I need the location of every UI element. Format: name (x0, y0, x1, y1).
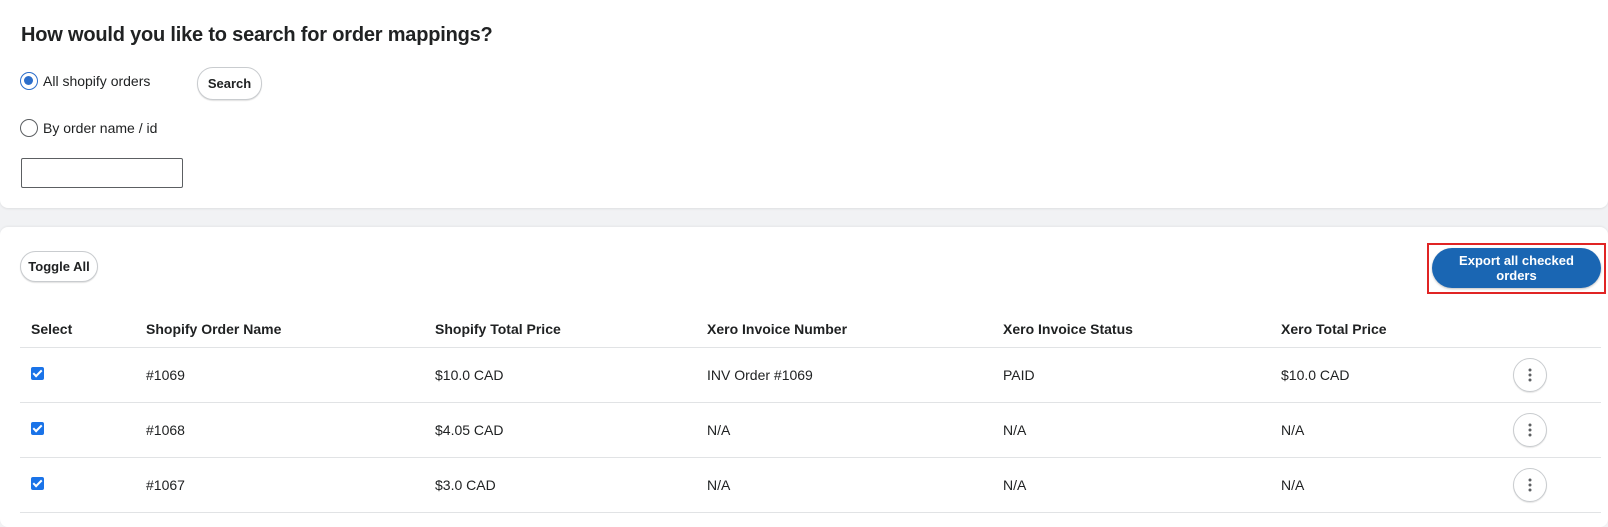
table-row: #1069 $10.0 CAD INV Order #1069 PAID $10… (20, 348, 1601, 403)
search-button[interactable]: Search (197, 67, 262, 100)
export-checked-orders-button[interactable]: Export all checked orders (1432, 248, 1601, 288)
row-actions-button[interactable] (1513, 468, 1547, 502)
row-actions-button[interactable] (1513, 413, 1547, 447)
radio-button-selected[interactable] (20, 72, 38, 90)
xero-invoice-status: PAID (1003, 367, 1035, 383)
column-header: Select (31, 321, 73, 337)
row-actions-button[interactable] (1513, 358, 1547, 392)
xero-total-price: N/A (1281, 422, 1305, 438)
column-header: Shopify Total Price (435, 321, 561, 337)
vertical-ellipsis-icon (1528, 478, 1532, 492)
xero-invoice-status: N/A (1003, 477, 1027, 493)
order-name: #1067 (146, 477, 185, 493)
page-title: How would you like to search for order m… (21, 24, 493, 46)
order-name-input[interactable] (21, 158, 183, 188)
row-checkbox[interactable] (31, 422, 44, 435)
table-row: #1068 $4.05 CAD N/A N/A N/A (20, 403, 1601, 458)
shopify-total-price: $3.0 CAD (435, 477, 496, 493)
column-header: Xero Invoice Number (707, 321, 848, 337)
xero-total-price: $10.0 CAD (1281, 367, 1350, 383)
xero-invoice-number: INV Order #1069 (707, 367, 813, 383)
shopify-total-price: $4.05 CAD (435, 422, 504, 438)
xero-invoice-status: N/A (1003, 422, 1027, 438)
row-checkbox[interactable] (31, 367, 44, 380)
table-header-row: Select Shopify Order Name Shopify Total … (20, 316, 1601, 348)
xero-total-price: N/A (1281, 477, 1305, 493)
column-header: Xero Invoice Status (1003, 321, 1133, 337)
order-name: #1068 (146, 422, 185, 438)
column-header: Shopify Order Name (146, 321, 282, 337)
column-header: Xero Total Price (1281, 321, 1387, 337)
radio-label: By order name / id (43, 120, 158, 136)
vertical-ellipsis-icon (1528, 368, 1532, 382)
vertical-ellipsis-icon (1528, 423, 1532, 437)
order-name: #1069 (146, 367, 185, 383)
shopify-total-price: $10.0 CAD (435, 367, 504, 383)
xero-invoice-number: N/A (707, 477, 731, 493)
xero-invoice-number: N/A (707, 422, 731, 438)
radio-by-order-name[interactable]: By order name / id (20, 119, 157, 137)
radio-button[interactable] (20, 119, 38, 137)
toggle-all-button[interactable]: Toggle All (20, 251, 98, 282)
row-checkbox[interactable] (31, 477, 44, 490)
table-row: #1067 $3.0 CAD N/A N/A N/A (20, 458, 1601, 513)
radio-all-orders[interactable]: All shopify orders (20, 72, 150, 90)
radio-label: All shopify orders (43, 73, 151, 89)
orders-table: Select Shopify Order Name Shopify Total … (20, 316, 1601, 513)
